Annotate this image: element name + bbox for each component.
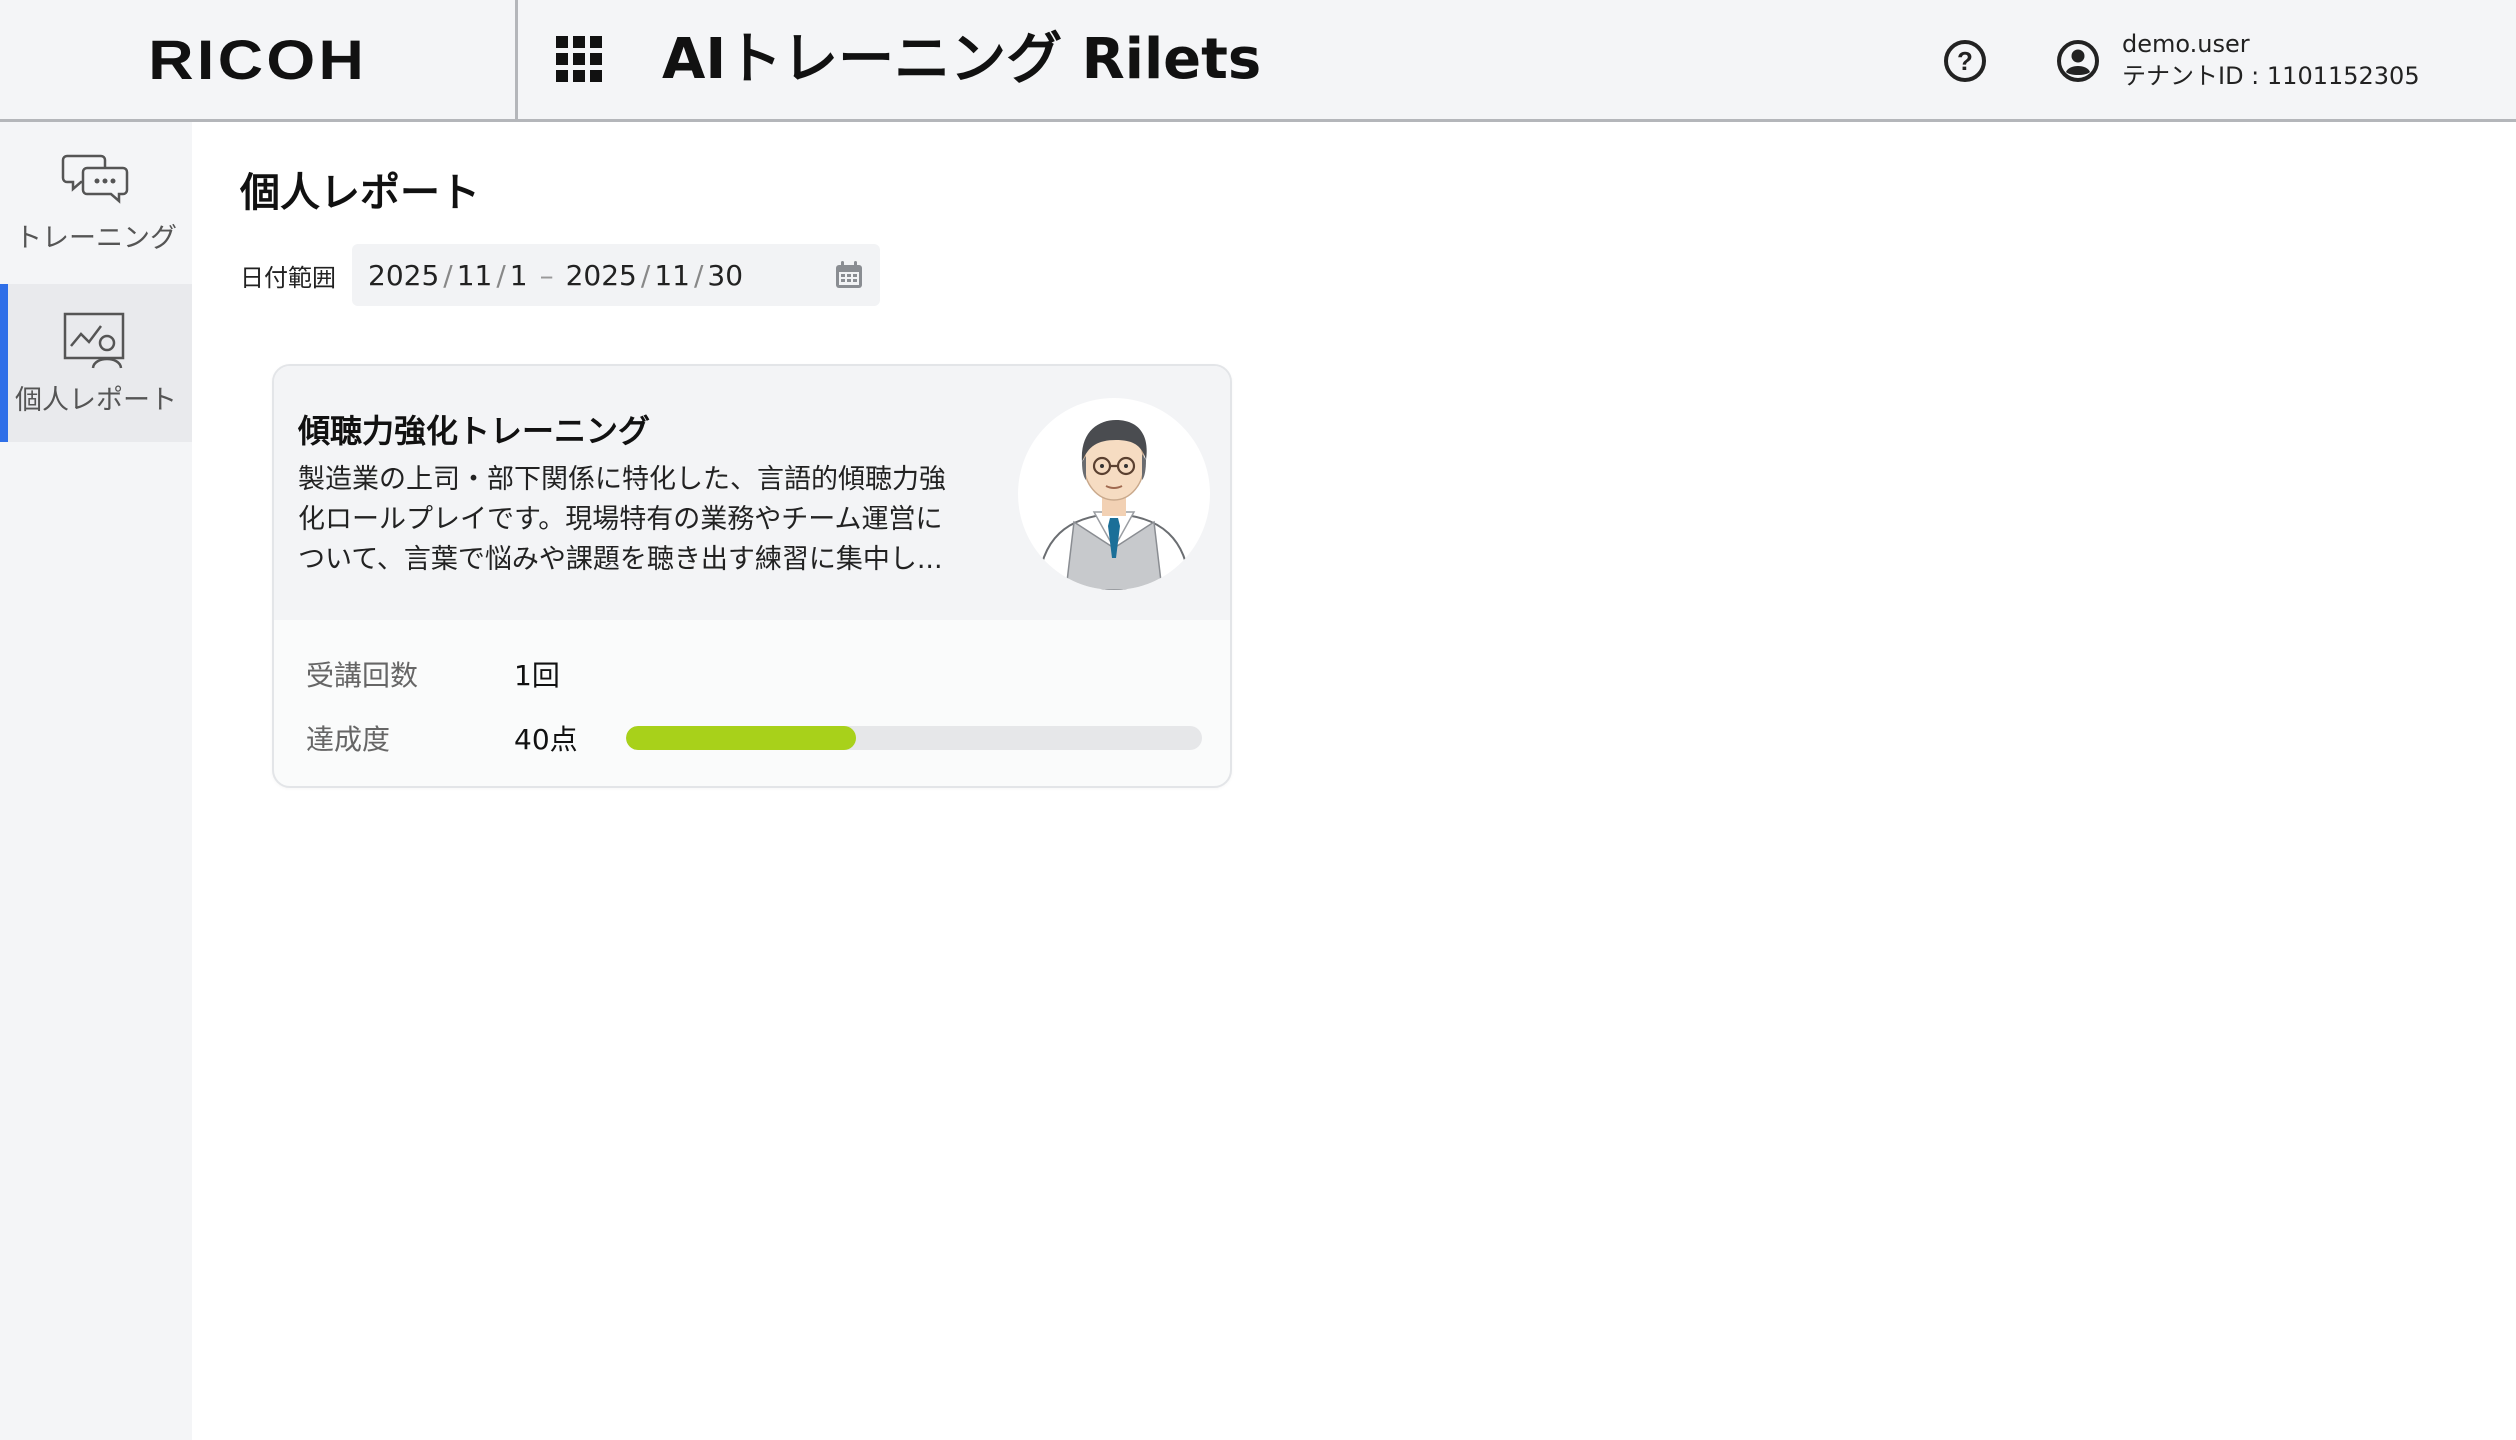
start-year[interactable]: 2025 (368, 259, 439, 292)
calendar-icon[interactable] (834, 260, 864, 290)
end-day[interactable]: 30 (707, 259, 743, 292)
achievement-progress-bar (626, 726, 1202, 750)
chat-bubbles-icon (61, 154, 129, 204)
user-info: demo.user テナントID : 1101152305 (2122, 28, 2502, 92)
app-title: AIトレーニング Rilets (662, 27, 1262, 92)
achievement-label: 達成度 (306, 723, 391, 756)
sidebar-item-label: トレーニング (15, 222, 177, 254)
help-icon[interactable]: ? (1944, 40, 1986, 82)
ricoh-logo[interactable]: RICOH (148, 27, 367, 92)
page-title: 個人レポート (240, 170, 480, 216)
card-header: 傾聴力強化トレーニング 製造業の上司・部下関係に特化した、言語的傾聴力強 化ロー… (274, 366, 1230, 620)
sidebar: トレーニング 個人レポート (0, 122, 192, 1440)
report-chart-person-icon (63, 312, 125, 368)
trainer-avatar (1018, 398, 1210, 590)
user-account-icon[interactable] (2056, 39, 2100, 83)
card-title: 傾聴力強化トレーニング (298, 412, 651, 450)
card-description: 製造業の上司・部下関係に特化した、言語的傾聴力強 化ロールプレイです。現場特有の… (298, 464, 946, 575)
start-day[interactable]: 1 (510, 259, 528, 292)
achievement-row: 達成度 40点 (306, 718, 578, 758)
tenant-id: テナントID : 1101152305 (2122, 62, 2420, 90)
attendance-row: 受講回数 1回 (306, 654, 560, 694)
top-header: RICOH AIトレーニング Rilets ? demo.user テナントID… (0, 0, 2516, 122)
achievement-progress-fill (626, 726, 857, 750)
attendance-value: 1回 (514, 659, 560, 692)
sidebar-item-training[interactable]: トレーニング (0, 122, 192, 280)
user-name: demo.user (2122, 30, 2250, 58)
sidebar-item-personal-report[interactable]: 個人レポート (0, 284, 192, 442)
start-month[interactable]: 11 (457, 259, 493, 292)
range-dash: – (539, 258, 554, 292)
logo-area[interactable]: RICOH (0, 0, 518, 119)
sidebar-item-label: 個人レポート (15, 384, 177, 416)
apps-grid-icon[interactable] (556, 36, 606, 86)
attendance-label: 受講回数 (306, 659, 419, 692)
date-range-picker[interactable]: 2025 / 11 / 1 – 2025 / 11 / 30 (352, 244, 880, 306)
businessman-avatar-icon (1036, 420, 1192, 590)
date-range-label: 日付範囲 (240, 264, 336, 292)
achievement-value: 40点 (514, 723, 578, 756)
training-card[interactable]: 傾聴力強化トレーニング 製造業の上司・部下関係に特化した、言語的傾聴力強 化ロー… (272, 364, 1232, 788)
end-year[interactable]: 2025 (566, 259, 637, 292)
end-month[interactable]: 11 (654, 259, 690, 292)
